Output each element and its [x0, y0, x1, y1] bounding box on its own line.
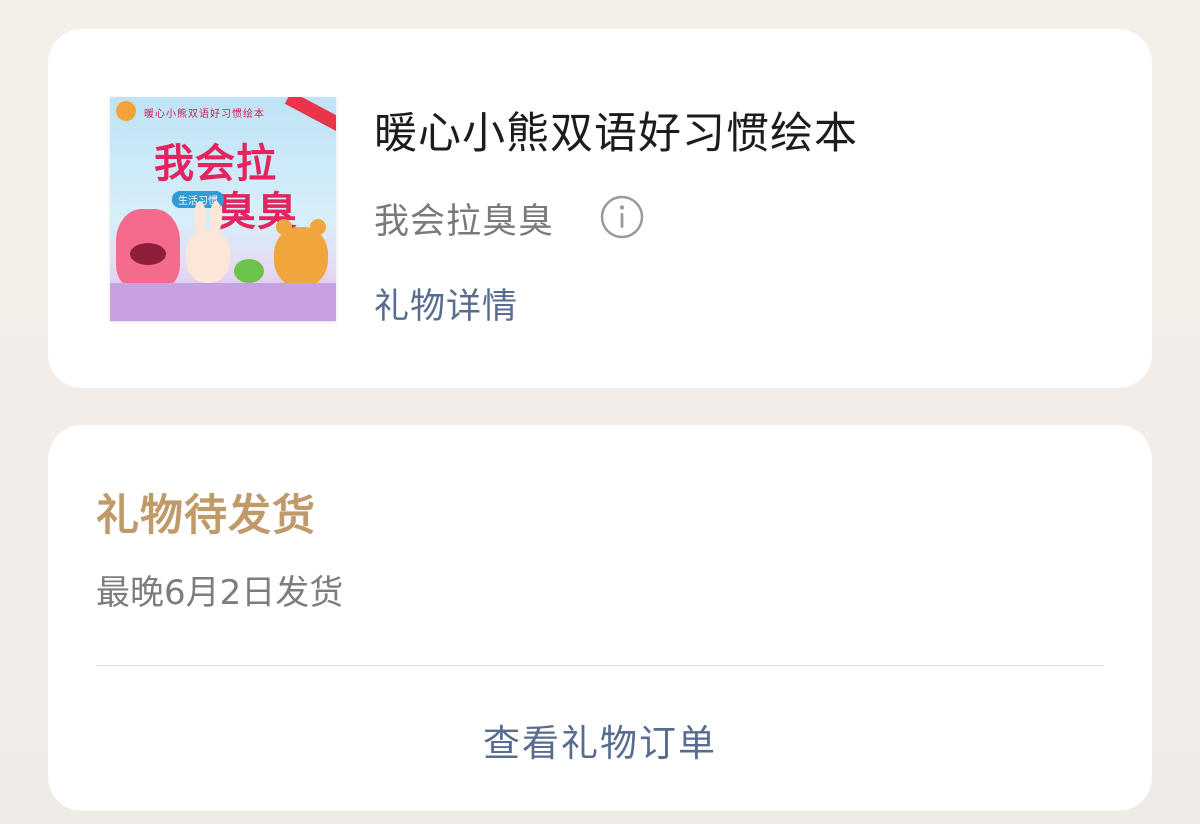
bunny-illustration	[186, 201, 230, 283]
gift-card: 暖心小熊双语好习惯绘本 我会拉 臭臭 生活习惯 暖心小熊双语好习惯绘本 我会拉臭…	[48, 29, 1152, 388]
bear-illustration	[274, 219, 328, 287]
status-title: 礼物待发货	[96, 491, 316, 541]
frog-illustration	[234, 259, 264, 283]
divider	[96, 665, 1104, 666]
gift-title: 暖心小熊双语好习惯绘本	[374, 109, 858, 159]
bear-logo-icon	[116, 101, 136, 121]
gift-subtitle: 我会拉臭臭	[374, 202, 555, 242]
shipping-status-card: 礼物待发货 最晚6月2日发货 查看礼物订单	[48, 425, 1152, 811]
gift-detail-link[interactable]: 礼物详情	[374, 278, 518, 329]
cover-series-text: 暖心小熊双语好习惯绘本	[144, 109, 265, 120]
book-cover-image[interactable]: 暖心小熊双语好习惯绘本 我会拉 臭臭 生活习惯	[110, 97, 336, 321]
ship-deadline-text: 最晚6月2日发货	[96, 573, 344, 613]
info-circle-icon[interactable]	[600, 195, 644, 239]
view-gift-order-button[interactable]: 查看礼物订单	[48, 713, 1152, 767]
cover-ribbon	[284, 97, 336, 137]
hippo-illustration	[116, 209, 180, 289]
blanket-illustration	[110, 283, 336, 321]
